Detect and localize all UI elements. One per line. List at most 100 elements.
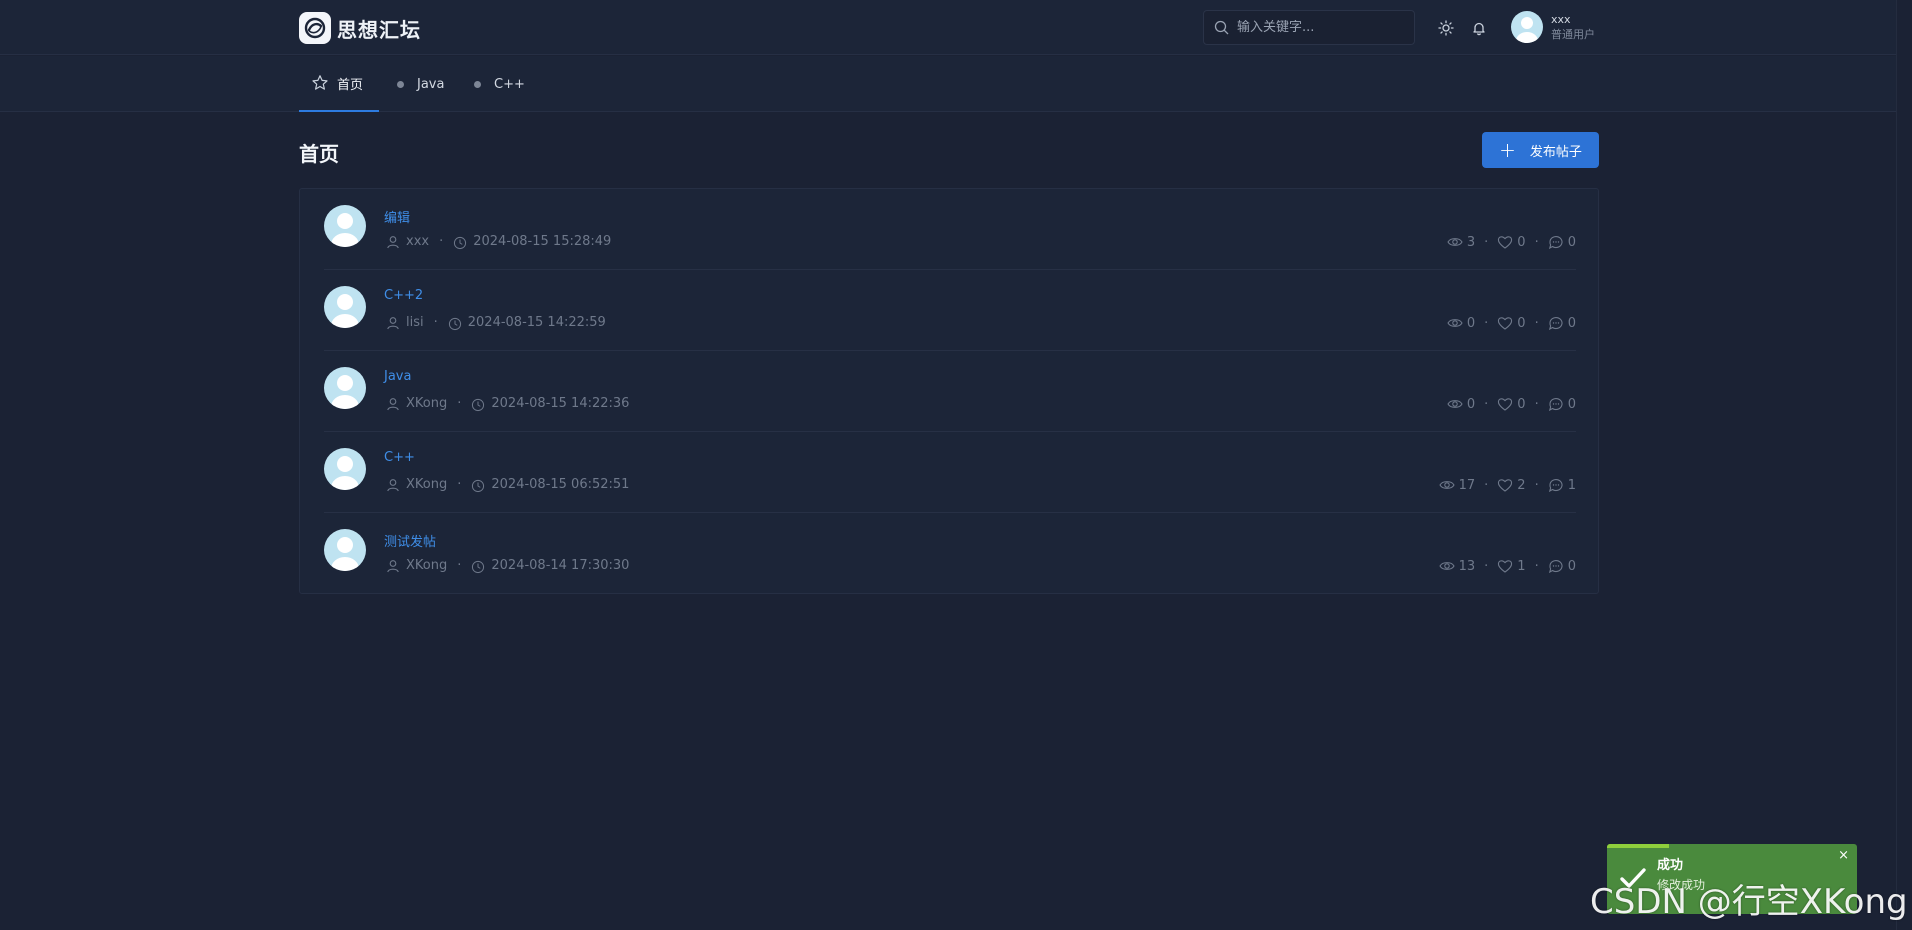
like-count: 0 [1517,396,1526,412]
clock-icon [448,316,462,330]
view-count: 0 [1466,396,1476,412]
avatar [324,367,366,409]
comment-count: 0 [1567,558,1576,574]
view-count: 3 [1466,234,1476,250]
comment-count: 0 [1567,234,1576,250]
heart-icon[interactable] [1497,234,1513,250]
comment-icon[interactable] [1548,477,1564,493]
user-menu[interactable]: xxx 普通用户 [1511,11,1595,43]
plus-icon: + [1499,138,1516,162]
avatar [324,205,366,247]
eye-icon [1447,234,1463,250]
heart-icon[interactable] [1497,315,1513,331]
publish-post-button[interactable]: + 发布帖子 [1482,132,1599,168]
comment-icon[interactable] [1548,396,1564,412]
like-count: 0 [1517,234,1526,250]
post-time: 2024-08-15 14:22:36 [491,396,630,411]
tab-home[interactable]: 首页 [299,56,379,112]
publish-label: 发布帖子 [1529,144,1582,160]
post-title[interactable]: 测试发帖 [384,531,436,550]
clock-icon [471,478,485,492]
tab-label: C++ [494,76,525,92]
top-header: 思想汇坛 输入关键字... xxx 普通用户 [0,0,1896,55]
page-scrollbar[interactable] [1896,0,1912,930]
tab-cpp[interactable]: C++ [474,56,525,112]
dot-icon [397,80,404,88]
post-title[interactable]: 编辑 [384,207,410,226]
like-count: 0 [1517,315,1526,331]
post-title[interactable]: C++ [384,450,415,465]
heart-icon[interactable] [1497,558,1513,574]
user-icon [386,478,400,492]
list-item[interactable]: 编辑 xxx · 2024-08-15 15:28:49 3 · 0 · 0 [324,189,1576,270]
comment-icon[interactable] [1548,315,1564,331]
comment-icon[interactable] [1548,234,1564,250]
avatar [324,286,366,328]
logo-icon [299,12,331,44]
clock-icon [471,397,485,411]
category-tabs: 首页 Java C++ [0,56,1896,112]
logo-text: 思想汇坛 [337,17,421,42]
user-icon [386,559,400,573]
comment-count: 0 [1567,396,1576,412]
user-avatar-icon [331,375,359,409]
bell-icon[interactable] [1469,18,1489,38]
user-icon [386,397,400,411]
user-icon [386,316,400,330]
post-time: 2024-08-15 14:22:59 [467,315,606,330]
search-icon [1214,20,1229,35]
heart-icon[interactable] [1497,477,1513,493]
post-author: XKong [406,558,448,573]
tab-label: 首页 [337,77,364,93]
post-time: 2024-08-15 06:52:51 [491,477,630,492]
avatar [324,529,366,571]
like-count: 2 [1517,477,1526,493]
post-author: XKong [406,477,448,492]
list-item[interactable]: Java XKong · 2024-08-15 14:22:36 0 · 0 ·… [324,351,1576,432]
post-list: 编辑 xxx · 2024-08-15 15:28:49 3 · 0 · 0 C… [299,188,1599,594]
toast-progress-bar [1607,844,1669,848]
user-avatar-icon [331,294,359,328]
clock-icon [453,235,467,249]
avatar [324,448,366,490]
eye-icon [1438,477,1455,493]
close-icon[interactable]: × [1838,848,1849,863]
post-time: 2024-08-15 15:28:49 [473,234,612,249]
post-author: xxx [406,234,430,249]
comment-count: 1 [1567,477,1576,493]
theme-sun-icon[interactable] [1436,18,1456,38]
eye-icon [1447,396,1463,412]
user-avatar-icon [1516,17,1538,43]
clock-icon [471,559,485,573]
user-avatar-icon [331,456,359,490]
eye-icon [1438,558,1455,574]
user-name: xxx [1551,13,1571,26]
dot-icon [474,80,481,88]
comment-icon[interactable] [1548,558,1564,574]
list-item[interactable]: C++2 lisi · 2024-08-15 14:22:59 0 · 0 · … [324,270,1576,351]
post-title[interactable]: C++2 [384,288,423,303]
logo[interactable]: 思想汇坛 [299,12,421,44]
comment-count: 0 [1567,315,1576,331]
avatar [1511,11,1543,43]
view-count: 13 [1458,558,1476,574]
heart-icon[interactable] [1497,396,1513,412]
list-item[interactable]: C++ XKong · 2024-08-15 06:52:51 17 · 2 ·… [324,432,1576,513]
star-icon [311,74,329,92]
user-avatar-icon [331,213,359,247]
post-author: lisi [406,315,424,330]
user-icon [386,235,400,249]
view-count: 0 [1466,315,1476,331]
view-count: 17 [1458,477,1476,493]
post-title[interactable]: Java [384,369,411,384]
page-title: 首页 [299,142,339,166]
user-avatar-icon [331,537,359,571]
search-box[interactable] [1203,10,1415,45]
toast-title: 成功 [1657,858,1684,873]
user-role: 普通用户 [1551,28,1595,41]
post-author: XKong [406,396,448,411]
tab-java[interactable]: Java [397,56,444,112]
search-input[interactable] [1237,20,1397,35]
post-time: 2024-08-14 17:30:30 [491,558,630,573]
list-item[interactable]: 测试发帖 XKong · 2024-08-14 17:30:30 13 · 1 … [324,513,1576,594]
